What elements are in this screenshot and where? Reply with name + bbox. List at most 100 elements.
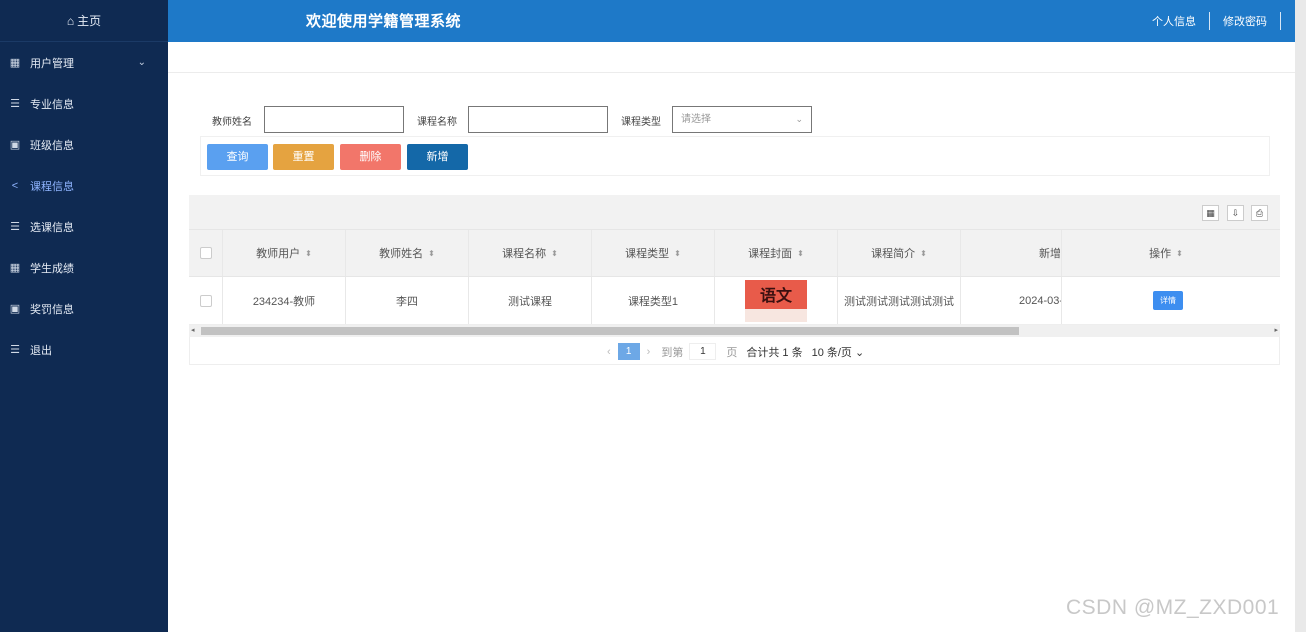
add-button[interactable]: 新增 bbox=[407, 144, 468, 170]
column-header-teacher-user[interactable]: 教师用户 ⬍ bbox=[223, 230, 346, 276]
sidebar-item-label: 选课信息 bbox=[30, 221, 74, 234]
course-name-input[interactable] bbox=[468, 106, 608, 133]
prev-page-icon[interactable]: ‹ bbox=[607, 346, 611, 358]
cell-course-cover: 语文 bbox=[715, 277, 838, 324]
sidebar-item-user-management[interactable]: ▦ 用户管理 ⌄ bbox=[0, 42, 168, 83]
scrollbar-thumb[interactable] bbox=[201, 327, 1019, 335]
cell-course-intro: 测试测试测试测试测试 bbox=[838, 277, 961, 324]
course-type-placeholder: 请选择 bbox=[681, 114, 711, 125]
scroll-left-icon[interactable]: ◂ bbox=[191, 325, 195, 337]
column-header-course-cover[interactable]: 课程封面 ⬍ bbox=[715, 230, 838, 276]
sidebar-home-link[interactable]: ⌂ 主页 bbox=[0, 0, 168, 42]
table-header: 教师用户 ⬍ 教师姓名 ⬍ 课程名称 ⬍ 课程类型 ⬍ 课程封面 ⬍ 课程简介 ⬍ 新增 操… bbox=[189, 229, 1280, 277]
cell-added: 2024-03- bbox=[961, 277, 1062, 324]
sidebar-home-label: 主页 bbox=[77, 14, 102, 28]
total-count: 合计共 1 条 bbox=[746, 346, 803, 359]
share-icon: < bbox=[11, 179, 19, 192]
sidebar-item-label: 学生成绩 bbox=[30, 262, 74, 275]
grid-icon: ▦ bbox=[9, 262, 21, 274]
column-header-actions[interactable]: 操作 ⬍ bbox=[1062, 230, 1270, 276]
sidebar-item-label: 班级信息 bbox=[30, 139, 74, 152]
columns-icon[interactable]: ▦ bbox=[1202, 205, 1219, 221]
row-checkbox-cell bbox=[189, 277, 223, 324]
sidebar-item-label: 专业信息 bbox=[30, 98, 74, 111]
column-label: 课程封面 bbox=[748, 248, 793, 260]
sidebar-item-class-info[interactable]: ▣ 班级信息 bbox=[0, 124, 168, 165]
course-cover-image[interactable]: 语文 bbox=[745, 279, 807, 322]
detail-button[interactable]: 详情 bbox=[1153, 291, 1183, 310]
cover-band bbox=[745, 308, 807, 322]
teacher-name-input[interactable] bbox=[264, 106, 404, 133]
query-button[interactable]: 查询 bbox=[207, 144, 268, 170]
column-label: 新增 bbox=[1039, 248, 1061, 260]
teacher-name-label: 教师姓名 bbox=[212, 117, 252, 128]
column-header-teacher-name[interactable]: 教师姓名 ⬍ bbox=[346, 230, 469, 276]
goto-page-input[interactable]: 1 bbox=[689, 343, 717, 360]
profile-link[interactable]: 个人信息 bbox=[1139, 13, 1209, 29]
sidebar-item-label: 奖罚信息 bbox=[30, 303, 74, 316]
sidebar-item-label: 用户管理 bbox=[30, 57, 74, 70]
column-header-course-type[interactable]: 课程类型 ⬍ bbox=[592, 230, 715, 276]
page-size-select[interactable]: 10 条/页 ⌄ bbox=[812, 344, 865, 360]
book-icon: ▣ bbox=[9, 139, 21, 151]
column-label: 课程名称 bbox=[502, 248, 547, 260]
cell-course-type: 课程类型1 bbox=[592, 277, 715, 324]
change-password-link[interactable]: 修改密码 bbox=[1210, 13, 1280, 29]
sidebar-item-student-scores[interactable]: ▦ 学生成绩 bbox=[0, 247, 168, 288]
sidebar-item-course-info[interactable]: < 课程信息 bbox=[0, 165, 168, 206]
course-type-select[interactable]: 请选择 ⌄ bbox=[672, 106, 812, 133]
current-page-button[interactable]: 1 bbox=[617, 343, 640, 360]
cell-course-name: 测试课程 bbox=[469, 277, 592, 324]
cell-teacher-user: 234234-教师 bbox=[223, 277, 346, 324]
print-icon[interactable]: ⎙ bbox=[1251, 205, 1268, 221]
column-label: 教师姓名 bbox=[379, 248, 424, 260]
sidebar-item-rewards-penalties[interactable]: ▣ 奖罚信息 bbox=[0, 288, 168, 329]
header-checkbox-cell bbox=[189, 230, 223, 276]
sort-icon: ⬍ bbox=[305, 248, 312, 258]
course-name-label: 课程名称 bbox=[417, 117, 457, 128]
sidebar-item-logout[interactable]: ☰ 退出 bbox=[0, 329, 168, 370]
column-header-course-intro[interactable]: 课程简介 ⬍ bbox=[838, 230, 961, 276]
sidebar-item-label: 课程信息 bbox=[30, 180, 74, 193]
sort-icon: ⬍ bbox=[674, 248, 681, 258]
chevron-down-icon: ⌄ bbox=[795, 114, 803, 124]
select-all-checkbox[interactable] bbox=[199, 247, 212, 259]
page-title: 欢迎使用学籍管理系统 bbox=[306, 13, 462, 30]
column-header-course-name[interactable]: 课程名称 ⬍ bbox=[469, 230, 592, 276]
column-label: 操作 bbox=[1149, 248, 1172, 260]
reset-button[interactable]: 重置 bbox=[273, 144, 334, 170]
list-icon: ☰ bbox=[10, 344, 20, 356]
list-icon: ☰ bbox=[10, 221, 20, 233]
export-icon[interactable]: ⇩ bbox=[1227, 205, 1244, 221]
window-scrollbar[interactable] bbox=[1295, 0, 1306, 632]
sidebar: ⌂ 主页 ▦ 用户管理 ⌄ ☰ 专业信息 ▣ 班级信息 < 课程信息 ☰ 选课信… bbox=[0, 0, 168, 632]
delete-button[interactable]: 删除 bbox=[340, 144, 401, 170]
header-divider bbox=[1280, 12, 1281, 30]
row-checkbox[interactable] bbox=[199, 294, 212, 307]
sort-icon: ⬍ bbox=[551, 248, 558, 258]
sort-icon: ⬍ bbox=[797, 248, 804, 258]
cell-teacher-name: 李四 bbox=[346, 277, 469, 324]
sidebar-item-label: 退出 bbox=[30, 344, 52, 357]
chevron-down-icon: ⌄ bbox=[137, 57, 146, 68]
sort-icon: ⬍ bbox=[428, 248, 435, 258]
sidebar-item-major-info[interactable]: ☰ 专业信息 bbox=[0, 83, 168, 124]
sort-icon: ⬍ bbox=[1176, 248, 1183, 258]
sort-icon: ⬍ bbox=[920, 248, 927, 258]
book-icon: ▣ bbox=[9, 303, 21, 315]
column-label: 教师用户 bbox=[256, 248, 301, 260]
sidebar-item-course-selection[interactable]: ☰ 选课信息 bbox=[0, 206, 168, 247]
page-unit-label: 页 bbox=[726, 346, 738, 359]
cover-title: 语文 bbox=[759, 285, 792, 305]
next-page-icon[interactable]: › bbox=[647, 346, 651, 358]
column-label: 课程简介 bbox=[871, 248, 916, 260]
top-header: 欢迎使用学籍管理系统 个人信息 修改密码 bbox=[168, 0, 1295, 42]
table-horizontal-scrollbar[interactable]: ◂ ▸ bbox=[189, 325, 1280, 337]
column-header-added[interactable]: 新增 bbox=[961, 230, 1062, 276]
goto-label: 到第 bbox=[661, 346, 684, 359]
header-links: 个人信息 修改密码 bbox=[1139, 0, 1281, 42]
table-toolbar bbox=[189, 195, 1280, 229]
scroll-right-icon[interactable]: ▸ bbox=[1274, 325, 1278, 337]
home-icon: ⌂ bbox=[66, 13, 75, 28]
list-icon: ☰ bbox=[10, 98, 20, 110]
